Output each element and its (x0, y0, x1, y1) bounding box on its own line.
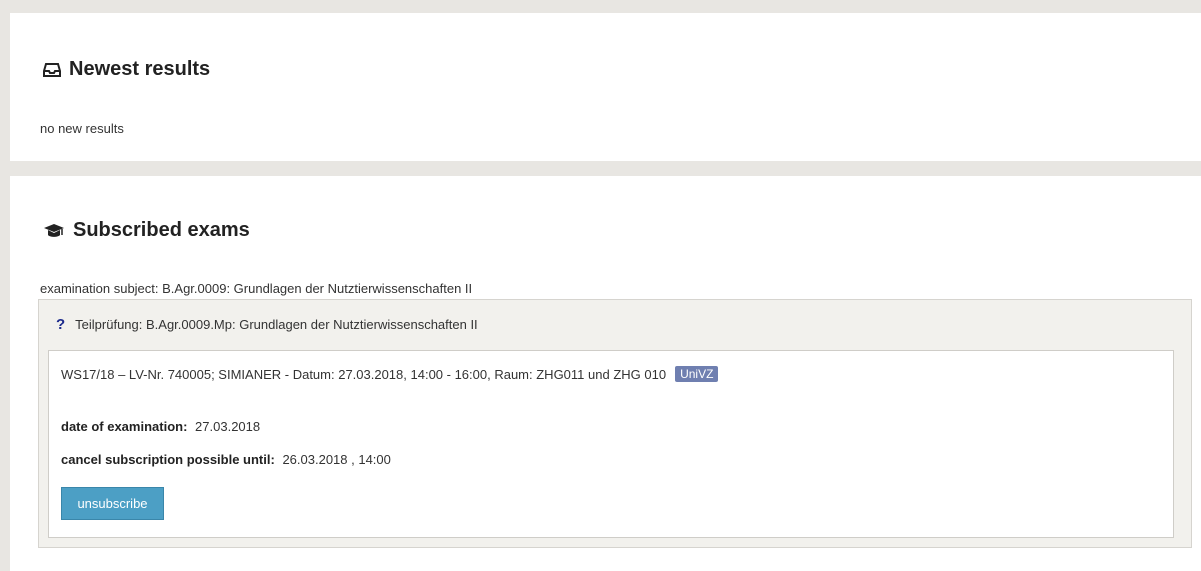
exam-part-header: ? Teilprüfung: B.Agr.0009.Mp: Grundlagen… (56, 316, 478, 333)
subscribed-exams-title: Subscribed exams (43, 219, 250, 242)
newest-results-title-text: Newest results (69, 58, 211, 80)
univz-badge[interactable]: UniVZ (675, 366, 719, 382)
unsubscribe-button[interactable]: unsubscribe (61, 487, 164, 520)
subscribed-exams-title-text: Subscribed exams (73, 219, 250, 241)
newest-results-panel: Newest results no new results (10, 13, 1201, 161)
exam-session-info: WS17/18 – LV-Nr. 740005; SIMIANER - Datu… (61, 366, 719, 382)
inbox-icon (43, 62, 61, 78)
cancel-deadline-value: 26.03.2018 , 14:00 (282, 452, 391, 467)
no-results-text: no new results (40, 121, 124, 136)
examination-subject: examination subject: B.Agr.0009: Grundla… (40, 281, 473, 296)
exam-date-line: date of examination: 27.03.2018 (61, 419, 260, 434)
exam-part-box: ? Teilprüfung: B.Agr.0009.Mp: Grundlagen… (38, 299, 1192, 548)
graduation-cap-icon (43, 223, 65, 239)
cancel-deadline-line: cancel subscription possible until: 26.0… (61, 452, 391, 467)
subscribed-exams-panel: Subscribed exams examination subject: B.… (10, 176, 1201, 571)
exam-date-label: date of examination: (61, 419, 188, 434)
exam-session-text: WS17/18 – LV-Nr. 740005; SIMIANER - Datu… (61, 366, 667, 382)
question-icon[interactable]: ? (56, 316, 65, 333)
newest-results-title: Newest results (43, 58, 210, 81)
cancel-deadline-label: cancel subscription possible until: (61, 452, 275, 467)
exam-date-value: 27.03.2018 (195, 419, 261, 434)
exam-part-label: Teilprüfung: B.Agr.0009.Mp: Grundlagen d… (75, 317, 478, 332)
exam-session-card: WS17/18 – LV-Nr. 740005; SIMIANER - Datu… (48, 350, 1174, 538)
page-left-gutter (0, 0, 10, 571)
